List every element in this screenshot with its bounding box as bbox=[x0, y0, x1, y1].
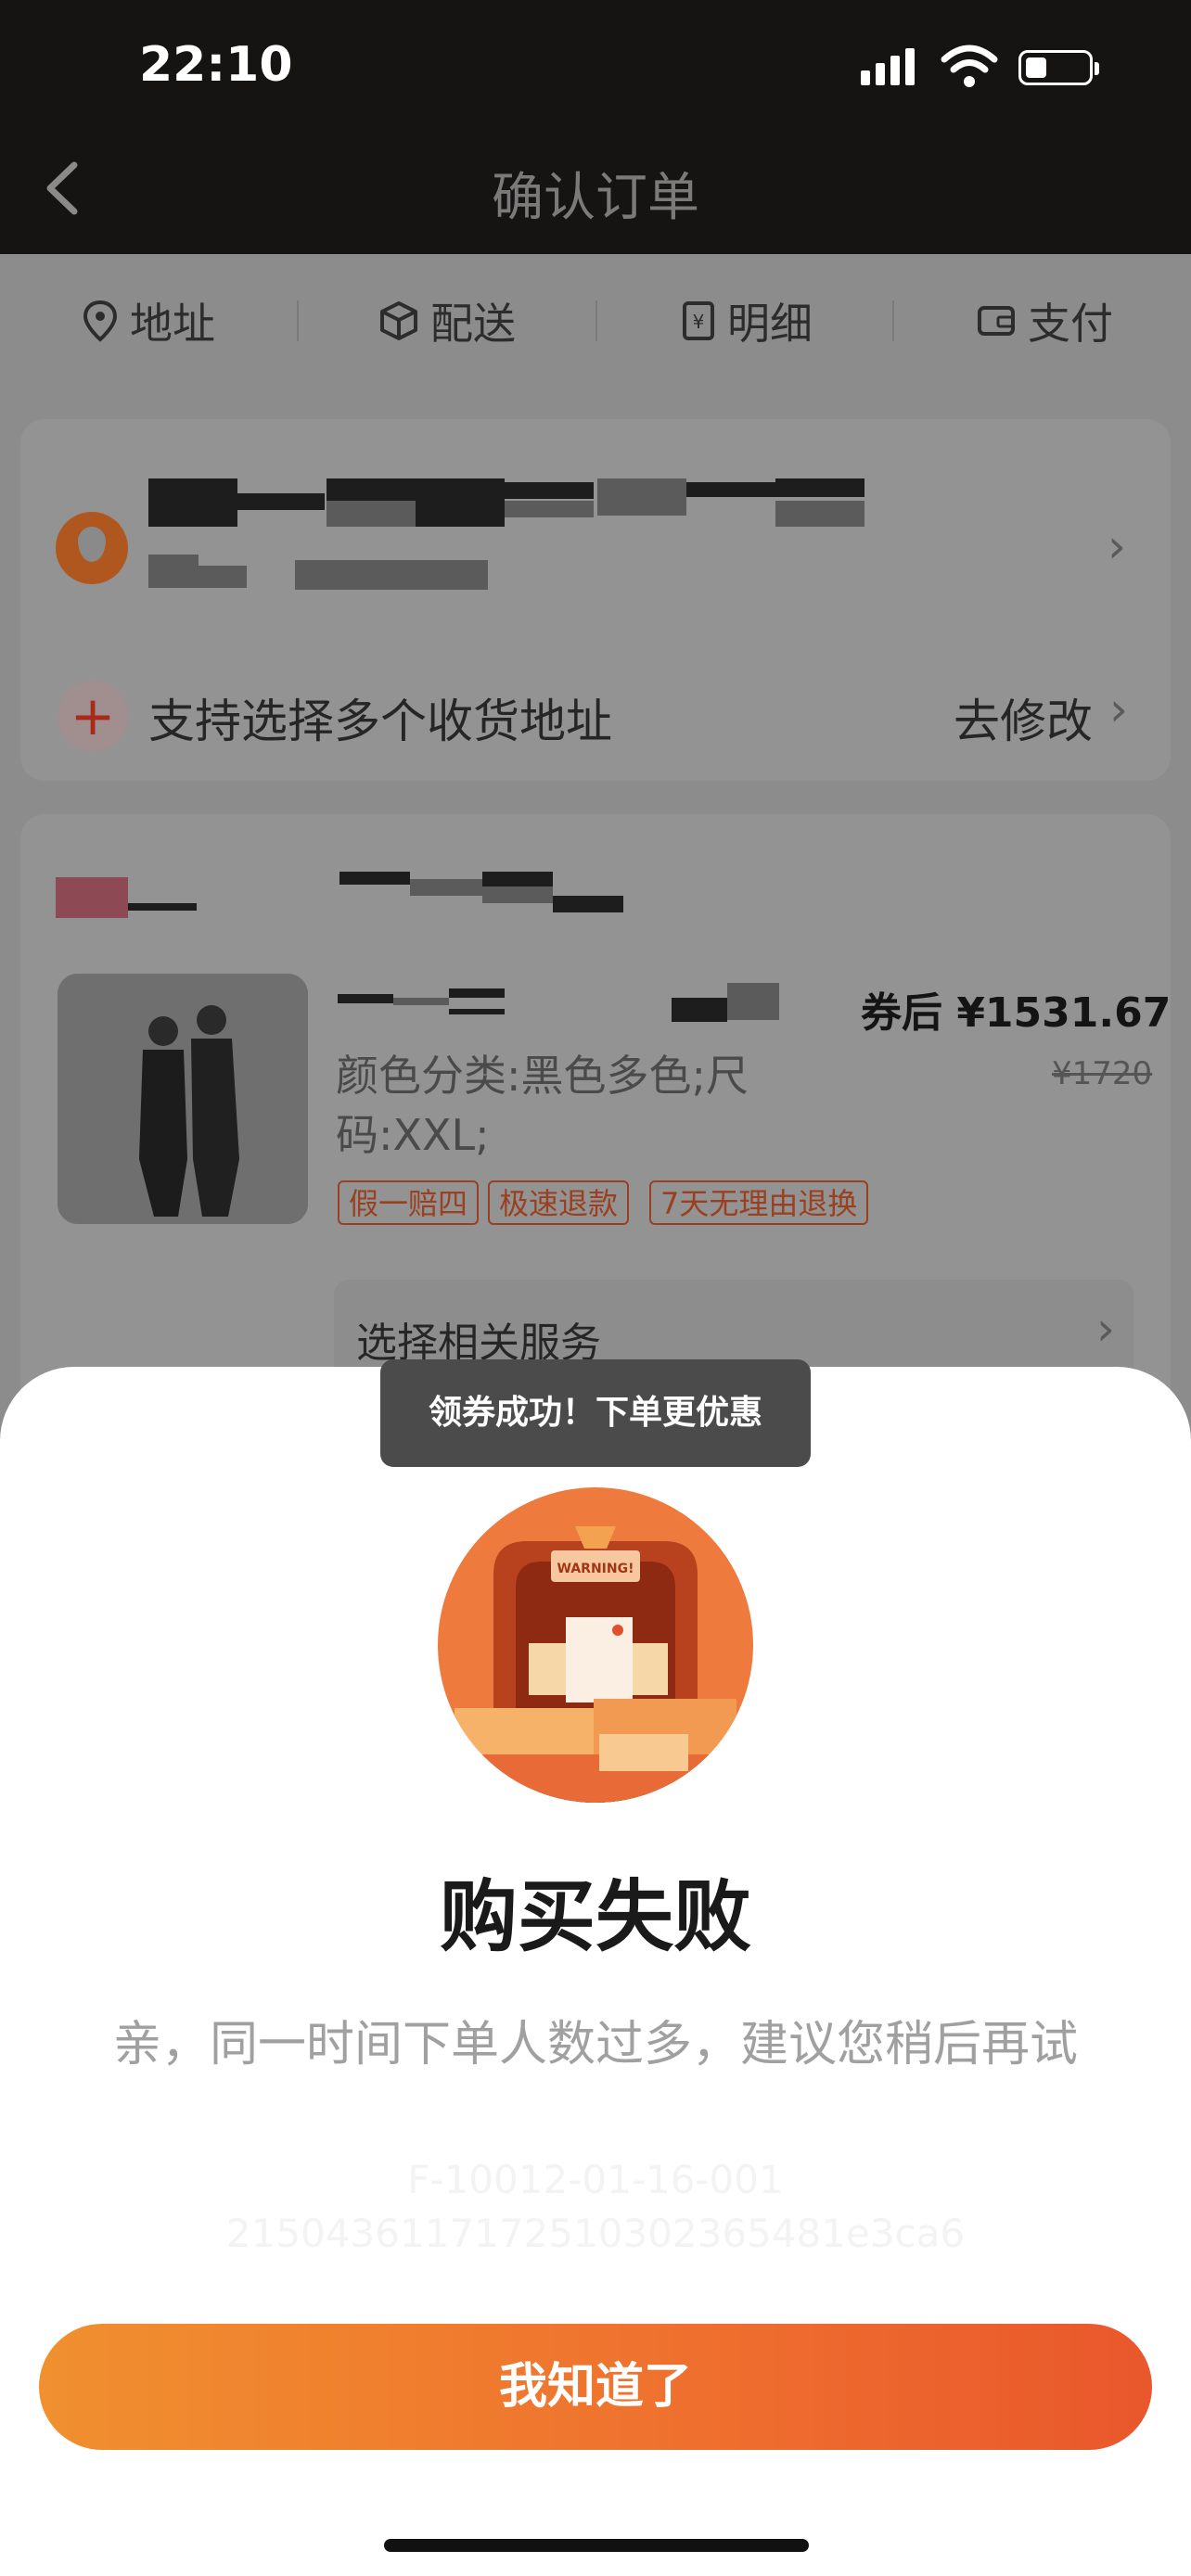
original-price: ¥1720 bbox=[1052, 1055, 1153, 1092]
modal-title: 购买失败 bbox=[439, 1871, 751, 1962]
acknowledge-button[interactable]: 我知道了 bbox=[39, 2324, 1152, 2450]
step-payment[interactable]: 支付 bbox=[976, 291, 1113, 351]
battery-icon bbox=[1018, 50, 1099, 85]
chevron-right-icon: › bbox=[1109, 682, 1128, 736]
step-label: 明细 bbox=[727, 299, 813, 349]
step-divider bbox=[297, 300, 299, 341]
step-label: 地址 bbox=[130, 299, 215, 349]
step-delivery[interactable]: 配送 bbox=[378, 291, 516, 351]
checkout-steps: 地址 配送 ¥ 明细 支付 bbox=[0, 254, 1191, 386]
status-time: 22:10 bbox=[139, 37, 293, 93]
location-pin-icon bbox=[83, 300, 118, 342]
tag-fast-refund: 极速退款 bbox=[488, 1180, 630, 1225]
step-label: 支付 bbox=[1028, 299, 1113, 349]
step-label: 配送 bbox=[430, 299, 516, 349]
receipt-yen-icon: ¥ bbox=[683, 301, 714, 340]
redacted-product-title bbox=[338, 994, 393, 1003]
tag-7day-return: 7天无理由退换 bbox=[649, 1180, 869, 1225]
shop-logo bbox=[56, 877, 128, 918]
wallet-icon bbox=[978, 306, 1015, 336]
step-detail[interactable]: ¥ 明细 bbox=[681, 291, 813, 351]
price-after-coupon: 券后 ¥1531.67 bbox=[861, 989, 1172, 1037]
svg-text:¥: ¥ bbox=[693, 311, 705, 333]
redacted-name bbox=[148, 478, 237, 527]
tag-fake-compensation: 假一赔四 bbox=[338, 1180, 480, 1225]
step-address[interactable]: 地址 bbox=[82, 291, 215, 351]
step-divider bbox=[596, 300, 597, 341]
delivery-truck-warning-illustration: WARNING! bbox=[438, 1487, 753, 1803]
location-marker-icon bbox=[56, 512, 128, 584]
chevron-right-icon: › bbox=[1096, 1302, 1115, 1356]
home-indicator[interactable] bbox=[384, 2539, 809, 2552]
modal-message: 亲，同一时间下单人数过多，建议您稍后再试 bbox=[112, 2017, 1078, 2072]
modify-address-link[interactable]: 去修改 bbox=[954, 684, 1093, 751]
product-variant: 颜色分类:黑色多色;尺码:XXL; bbox=[336, 1051, 749, 1160]
add-address-icon[interactable]: + bbox=[58, 681, 128, 751]
trace-id: 2150436117172510302365481e3ca6 bbox=[225, 2211, 966, 2256]
redacted-phone bbox=[148, 555, 198, 588]
page-title: 确认订单 bbox=[492, 168, 699, 228]
wifi-icon bbox=[941, 45, 998, 87]
chevron-right-icon: › bbox=[1108, 519, 1126, 573]
status-icons bbox=[861, 43, 1102, 93]
product-photo bbox=[58, 974, 308, 1224]
illustration-warning-text: WARNING! bbox=[557, 1562, 634, 1576]
coupon-toast: 领券成功！下单更优惠 bbox=[380, 1359, 811, 1467]
package-box-icon bbox=[380, 301, 417, 340]
step-divider bbox=[892, 300, 894, 341]
product-image[interactable] bbox=[58, 974, 308, 1224]
multi-address-label: 支持选择多个收货地址 bbox=[148, 695, 612, 748]
error-code: F-10012-01-16-001 bbox=[407, 2157, 784, 2202]
redacted-shop-name bbox=[128, 903, 197, 911]
